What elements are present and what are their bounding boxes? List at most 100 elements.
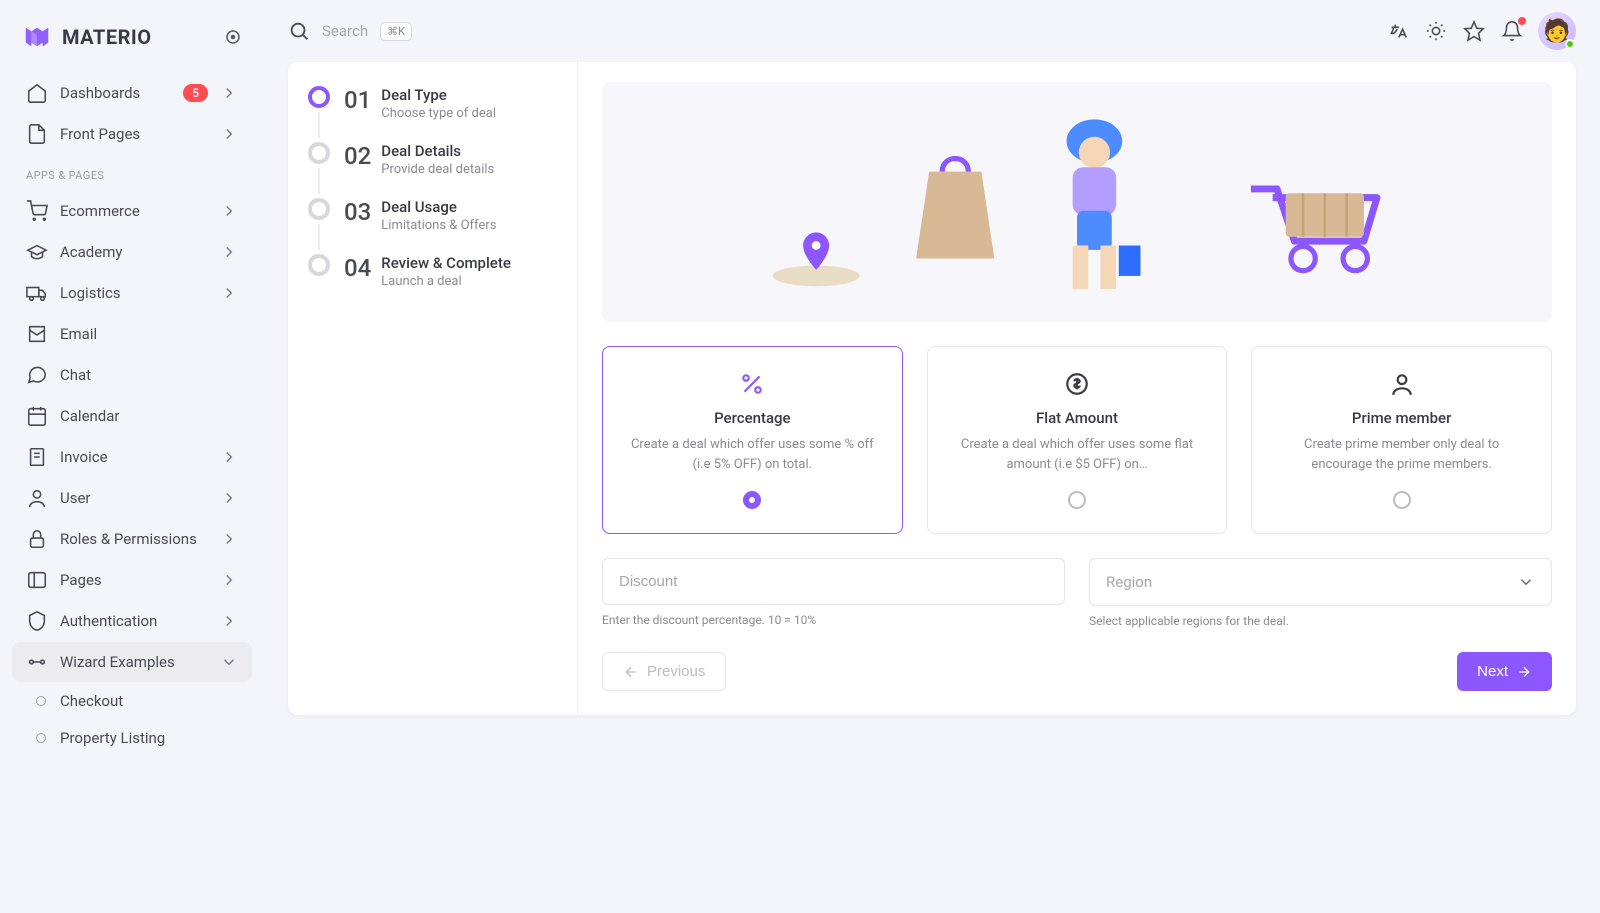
logo[interactable]: MATERIO: [12, 16, 252, 72]
badge-count: 5: [183, 84, 208, 102]
radio[interactable]: [1393, 491, 1411, 509]
discount-input[interactable]: [602, 558, 1065, 605]
option-title: Flat Amount: [948, 409, 1207, 427]
panel: Percentage Create a deal which offer use…: [578, 62, 1576, 715]
nav-label: Invoice: [60, 448, 208, 466]
discount-hint: Enter the discount percentage. 10 = 10%: [602, 613, 1065, 627]
logo-text: MATERIO: [62, 25, 152, 49]
radio[interactable]: [743, 491, 761, 509]
nav-label: Logistics: [60, 284, 208, 302]
avatar[interactable]: [1538, 12, 1576, 50]
step-deal-details[interactable]: 02 Deal DetailsProvide deal details: [308, 142, 557, 198]
option-prime-member[interactable]: Prime member Create prime member only de…: [1251, 346, 1552, 534]
nav-label: Property Listing: [60, 729, 238, 747]
illustration: [602, 82, 1552, 322]
truck-icon: [26, 282, 48, 304]
step-title: Deal Details: [381, 142, 494, 160]
step-number: 02: [344, 142, 371, 170]
chat-icon: [26, 364, 48, 386]
step-subtitle: Limitations & Offers: [381, 218, 496, 233]
chevron-right-icon: [220, 530, 238, 548]
radio[interactable]: [1068, 491, 1086, 509]
status-dot: [1565, 39, 1575, 49]
sidebar-item-logistics[interactable]: Logistics: [12, 273, 252, 313]
step-number: 01: [344, 86, 371, 114]
sidebar-item-user[interactable]: User: [12, 478, 252, 518]
chevron-right-icon: [220, 489, 238, 507]
sidebar-item-chat[interactable]: Chat: [12, 355, 252, 395]
region-placeholder: Region: [1106, 573, 1152, 591]
option-title: Prime member: [1272, 409, 1531, 427]
nav-label: Front Pages: [60, 125, 208, 143]
calendar-icon: [26, 405, 48, 427]
sidebar-item-roles[interactable]: Roles & Permissions: [12, 519, 252, 559]
nav-label: Checkout: [60, 692, 238, 710]
sidebar-item-dashboards[interactable]: Dashboards 5: [12, 73, 252, 113]
step-review[interactable]: 04 Review & CompleteLaunch a deal: [308, 254, 557, 301]
theme-icon[interactable]: [1424, 19, 1448, 43]
section-title: APPS & PAGES: [12, 155, 252, 190]
sidebar-item-calendar[interactable]: Calendar: [12, 396, 252, 436]
notification-dot: [1518, 17, 1526, 25]
sidebar-item-authentication[interactable]: Authentication: [12, 601, 252, 641]
option-desc: Create a deal which offer uses some % of…: [623, 435, 882, 475]
step-title: Deal Type: [381, 86, 496, 104]
language-icon[interactable]: [1386, 19, 1410, 43]
percent-icon: [739, 371, 765, 397]
option-desc: Create prime member only deal to encoura…: [1272, 435, 1531, 475]
academy-icon: [26, 241, 48, 263]
step-deal-type[interactable]: 01 Deal TypeChoose type of deal: [308, 86, 557, 142]
nav-label: Authentication: [60, 612, 208, 630]
sidebar-item-invoice[interactable]: Invoice: [12, 437, 252, 477]
shield-icon: [26, 610, 48, 632]
next-button[interactable]: Next: [1457, 652, 1552, 691]
sidebar-item-email[interactable]: Email: [12, 314, 252, 354]
nav-label: Wizard Examples: [60, 653, 208, 671]
sidebar-item-wizard[interactable]: Wizard Examples: [12, 642, 252, 682]
region-hint: Select applicable regions for the deal.: [1089, 614, 1552, 628]
step-title: Deal Usage: [381, 198, 496, 216]
nav-label: Academy: [60, 243, 208, 261]
chevron-down-icon: [220, 653, 238, 671]
sidebar-item-front-pages[interactable]: Front Pages: [12, 114, 252, 154]
sidebar-item-academy[interactable]: Academy: [12, 232, 252, 272]
arrow-right-icon: [1516, 664, 1532, 680]
notification-icon[interactable]: [1500, 19, 1524, 43]
topbar: Search ⌘K: [264, 0, 1600, 62]
pages-icon: [26, 569, 48, 591]
previous-button[interactable]: Previous: [602, 652, 726, 691]
chevron-down-icon: [1517, 573, 1535, 591]
step-number: 04: [344, 254, 371, 282]
nav-label: Calendar: [60, 407, 238, 425]
dot-icon: [36, 696, 46, 706]
nav-label: User: [60, 489, 208, 507]
step-title: Review & Complete: [381, 254, 511, 272]
region-select[interactable]: Region: [1089, 558, 1552, 606]
step-deal-usage[interactable]: 03 Deal UsageLimitations & Offers: [308, 198, 557, 254]
search[interactable]: Search ⌘K: [288, 20, 1370, 42]
search-shortcut: ⌘K: [380, 22, 412, 41]
chevron-right-icon: [220, 84, 238, 102]
sidebar-subitem-checkout[interactable]: Checkout: [12, 683, 252, 719]
lock-icon: [26, 528, 48, 550]
logo-icon: [22, 22, 52, 52]
sidebar-item-pages[interactable]: Pages: [12, 560, 252, 600]
dot-icon: [36, 733, 46, 743]
wizard-card: 01 Deal TypeChoose type of deal 02 Deal …: [288, 62, 1576, 715]
home-icon: [26, 82, 48, 104]
invoice-icon: [26, 446, 48, 468]
nav-label: Chat: [60, 366, 238, 384]
sidebar-toggle-icon[interactable]: [224, 28, 242, 46]
star-icon[interactable]: [1462, 19, 1486, 43]
option-flat-amount[interactable]: Flat Amount Create a deal which offer us…: [927, 346, 1228, 534]
dollar-icon: [1064, 371, 1090, 397]
user-icon: [26, 487, 48, 509]
search-icon: [288, 20, 310, 42]
nav-label: Dashboards: [60, 84, 171, 102]
nav-label: Roles & Permissions: [60, 530, 208, 548]
file-icon: [26, 123, 48, 145]
sidebar-subitem-property[interactable]: Property Listing: [12, 720, 252, 756]
option-percentage[interactable]: Percentage Create a deal which offer use…: [602, 346, 903, 534]
sidebar-item-ecommerce[interactable]: Ecommerce: [12, 191, 252, 231]
arrow-left-icon: [623, 664, 639, 680]
